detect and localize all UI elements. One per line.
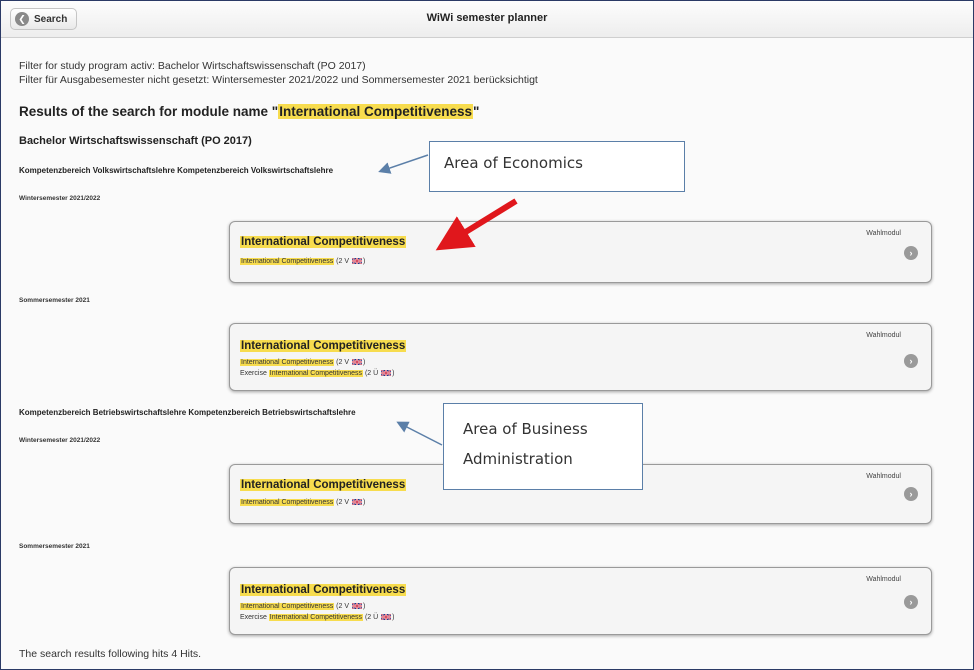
blue-arrow-economics xyxy=(378,154,429,174)
red-arrow-icon xyxy=(435,198,518,251)
annotation-arrows xyxy=(378,154,518,446)
app-frame: ❮ Search WiWi semester planner Filter fo… xyxy=(0,0,974,670)
blue-arrow-business xyxy=(396,421,443,446)
